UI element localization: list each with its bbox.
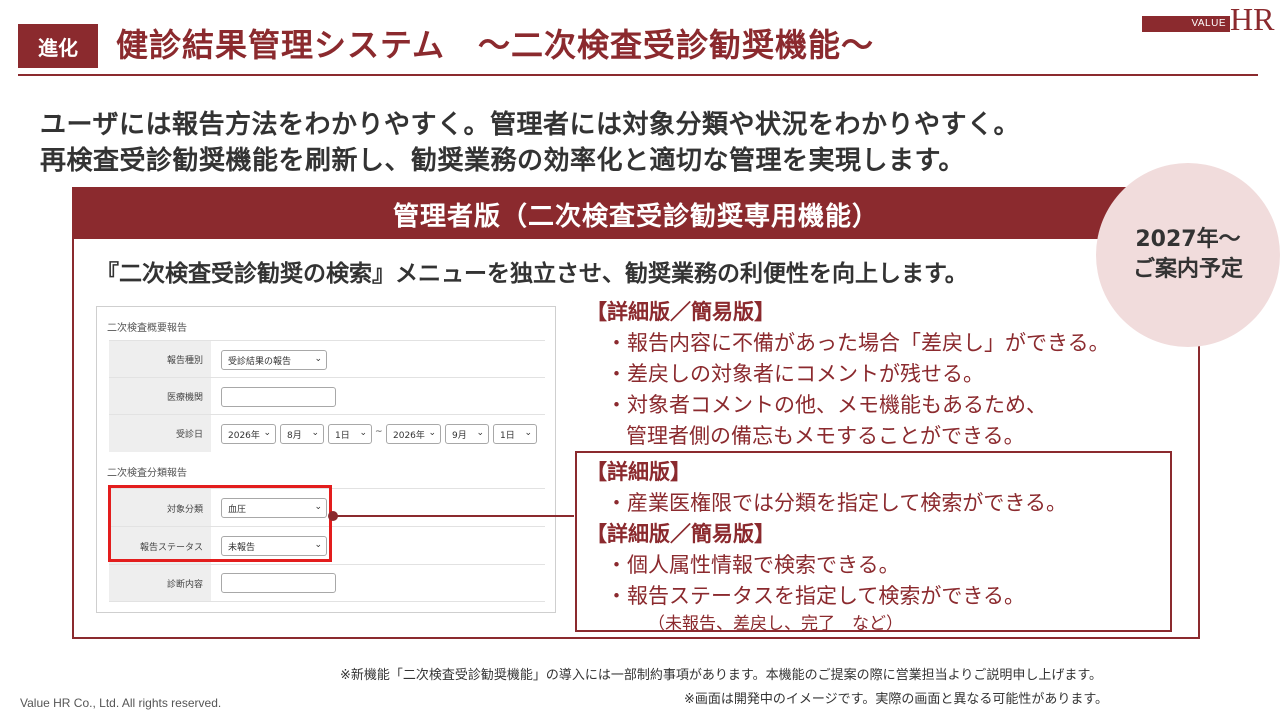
exam-date-label: 受診日 (109, 415, 211, 452)
release-badge: 2027年～ ご案内予定 (1096, 163, 1280, 347)
evolution-tag: 進化 (18, 24, 98, 68)
lead-line-1: ユーザには報告方法をわかりやすく。管理者には対象分類や状況をわかりやすく。 (40, 110, 1020, 140)
date-separator: ~ (375, 427, 383, 437)
footnote-constraints: ※新機能「二次検査受診勧奨機能」の導入には一部制約事項があります。本機能のご提案… (340, 668, 1103, 683)
chevron-down-icon: ⌄ (311, 428, 319, 438)
row-institution: 医療機関 (109, 377, 545, 415)
feature-note: （未報告、差戻し、完了 など） (648, 614, 903, 634)
connector-dot (328, 511, 338, 521)
chevron-down-icon: ⌄ (263, 428, 271, 438)
from-month-value: 8月 (287, 430, 302, 441)
diagnosis-label: 診断内容 (109, 565, 211, 601)
to-month-value: 9月 (452, 430, 467, 441)
chevron-down-icon: ⌄ (428, 428, 436, 438)
panel-title: 管理者版（二次検査受診勧奨専用機能） (74, 189, 1198, 239)
report-type-value: 受診結果の報告 (228, 356, 292, 367)
from-month-select[interactable]: 8月 ⌄ (280, 424, 324, 444)
from-day-value: 1日 (335, 430, 350, 441)
from-year-value: 2026年 (228, 430, 260, 441)
chevron-down-icon: ⌄ (314, 354, 322, 364)
page-title: 健診結果管理システム ～二次検査受診勧奨機能～ (116, 26, 875, 64)
to-day-value: 1日 (500, 430, 515, 441)
footnote-image: ※画面は開発中のイメージです。実際の画面と異なる可能性があります。 (684, 692, 1109, 707)
to-day-select[interactable]: 1日 ⌄ (493, 424, 537, 444)
chevron-down-icon: ⌄ (524, 428, 532, 438)
report-type-label: 報告種別 (109, 341, 211, 378)
from-day-select[interactable]: 1日 ⌄ (328, 424, 372, 444)
institution-label: 医療機関 (109, 378, 211, 415)
search-form-mock: 二次検査概要報告 報告種別 受診結果の報告 ⌄ 医療機関 受診日 2026年 ⌄… (96, 306, 556, 613)
section-overview-report: 二次検査概要報告 (107, 323, 187, 334)
lead-line-2: 再検査受診勧奨機能を刷新し、勧奨業務の効率化と適切な管理を実現します。 (40, 146, 965, 176)
institution-input[interactable] (221, 387, 336, 407)
report-type-select[interactable]: 受診結果の報告 ⌄ (221, 350, 327, 370)
connector-line (336, 515, 574, 517)
features-box-content: 【詳細版】 ・産業医権限では分類を指定して検索ができる。 【詳細版／簡易版】 ・… (586, 457, 1067, 636)
copyright: Value HR Co., Ltd. All rights reserved. (20, 696, 222, 710)
panel-description: 『二次検査受診勧奨の検索』メニューを独立させ、勧奨業務の利便性を向上します。 (96, 261, 968, 287)
from-year-select[interactable]: 2026年 ⌄ (221, 424, 276, 444)
section-category-report: 二次検査分類報告 (107, 468, 187, 479)
to-year-value: 2026年 (393, 430, 425, 441)
badge-text: ご案内予定 (1132, 257, 1243, 282)
feature-item: ・産業医権限では分類を指定して検索ができる。 (606, 491, 1067, 515)
chevron-down-icon: ⌄ (359, 428, 367, 438)
diagnosis-input[interactable] (221, 573, 336, 593)
chevron-down-icon: ⌄ (476, 428, 484, 438)
row-diagnosis: 診断内容 (109, 564, 545, 602)
feature-item: ・報告内容に不備があった場合「差戻し」ができる。 (606, 331, 1110, 355)
logo-bar-text: VALUE (1142, 16, 1230, 32)
features-top-title: 【詳細版／簡易版】 (586, 300, 775, 324)
highlight-box (108, 485, 332, 562)
row-report-type: 報告種別 受診結果の報告 ⌄ (109, 340, 545, 378)
feature-item: ・報告ステータスを指定して検索ができる。 (606, 584, 1025, 608)
to-year-select[interactable]: 2026年 ⌄ (386, 424, 441, 444)
feature-item: 管理者側の備忘もメモすることができる。 (626, 424, 1025, 448)
feature-item: ・個人属性情報で検索できる。 (606, 553, 900, 577)
features-box-title-detail: 【詳細版】 (586, 460, 691, 484)
value-hr-logo: VALUE HR (1142, 2, 1274, 38)
row-exam-date: 受診日 2026年 ⌄ 8月 ⌄ 1日 ⌄ ~ 2026年 ⌄ 9月 ⌄ 1日 … (109, 414, 545, 452)
feature-item: ・差戻しの対象者にコメントが残せる。 (606, 362, 984, 386)
features-top: 【詳細版／簡易版】 ・報告内容に不備があった場合「差戻し」ができる。 ・差戻しの… (586, 297, 1110, 452)
logo-mark: HR (1230, 1, 1275, 37)
badge-year: 2027年～ (1135, 227, 1241, 252)
to-month-select[interactable]: 9月 ⌄ (445, 424, 489, 444)
feature-item: ・対象者コメントの他、メモ機能もあるため、 (606, 393, 1047, 417)
title-divider (18, 74, 1258, 76)
features-box-title-both: 【詳細版／簡易版】 (586, 522, 775, 546)
